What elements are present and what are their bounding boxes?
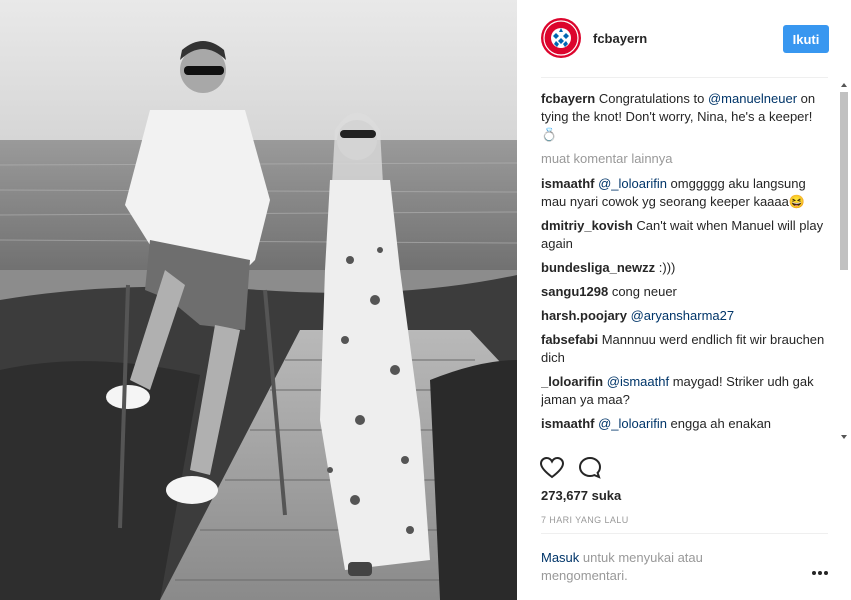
comment: _loloarifin @ismaathf maygad! Striker ud…: [541, 373, 831, 409]
load-more-comments[interactable]: muat komentar lainnya: [541, 150, 831, 168]
post-header: fcbayern Ikuti: [541, 18, 829, 60]
caption: fcbayern Congratulations to @manuelneuer…: [541, 90, 831, 144]
follow-button[interactable]: Ikuti: [783, 25, 829, 53]
caption-username[interactable]: fcbayern: [541, 91, 595, 106]
scrollbar-thumb[interactable]: [840, 92, 848, 270]
comment-text: cong neuer: [611, 284, 677, 299]
speech-bubble-icon: [578, 456, 602, 479]
comment-text: engga ah enakan: [666, 416, 772, 431]
caption-text-before: Congratulations to: [598, 91, 708, 106]
post-username[interactable]: fcbayern: [593, 31, 647, 46]
comment-username[interactable]: ismaathf: [541, 416, 594, 431]
comments-list: fcbayern Congratulations to @manuelneuer…: [541, 90, 831, 443]
post-panel: fcbayern Ikuti fcbayern Congratulations …: [517, 0, 851, 600]
heart-icon: [539, 456, 565, 479]
login-link[interactable]: Masuk: [541, 550, 579, 565]
comment-mention[interactable]: @_loloarifin: [598, 416, 667, 431]
like-count[interactable]: 273,677 suka: [541, 488, 621, 503]
comment: sangu1298 cong neuer: [541, 283, 831, 301]
footer-divider: [541, 533, 828, 534]
post-photo[interactable]: [0, 0, 517, 600]
comment-username[interactable]: _loloarifin: [541, 374, 603, 389]
comment-button[interactable]: [577, 455, 603, 481]
more-options-button[interactable]: [811, 565, 829, 575]
comments-scrollbar[interactable]: [838, 79, 850, 443]
post-timestamp[interactable]: 7 HARI YANG LALU: [541, 515, 629, 525]
comment-mention[interactable]: @ismaathf: [607, 374, 669, 389]
like-button[interactable]: [539, 455, 565, 481]
avatar[interactable]: [541, 18, 581, 58]
comment: dmitriy_kovish Can't wait when Manuel wi…: [541, 217, 831, 253]
fc-bayern-logo-icon: [541, 18, 581, 58]
more-options-icon: [812, 571, 828, 575]
comment-username[interactable]: harsh.poojary: [541, 308, 627, 323]
comment: fabsefabi Mannnuu werd endlich fit wir b…: [541, 331, 831, 367]
comment-username[interactable]: fabsefabi: [541, 332, 598, 347]
comment-mention[interactable]: @aryansharma27: [631, 308, 735, 323]
comment: ismaathf @_loloarifin omggggg aku langsu…: [541, 175, 831, 211]
comment-username[interactable]: ismaathf: [541, 176, 594, 191]
scroll-up-arrow-icon[interactable]: [841, 83, 847, 87]
photo-image: [0, 0, 517, 600]
comment: ismaathf @_loloarifin engga ah enakan: [541, 415, 831, 433]
comment: harsh.poojary @aryansharma27: [541, 307, 831, 325]
header-divider: [541, 77, 828, 78]
comment-username[interactable]: dmitriy_kovish: [541, 218, 633, 233]
comment-username[interactable]: bundesliga_newzz: [541, 260, 655, 275]
comment-username[interactable]: sangu1298: [541, 284, 608, 299]
comment-text: :))): [658, 260, 676, 275]
comment-mention[interactable]: @_loloarifin: [598, 176, 667, 191]
comment: bundesliga_newzz :))): [541, 259, 831, 277]
scroll-down-arrow-icon[interactable]: [841, 435, 847, 439]
caption-mention[interactable]: @manuelneuer: [708, 91, 797, 106]
login-prompt: Masuk untuk menyukai atau mengomentari.: [541, 549, 771, 585]
